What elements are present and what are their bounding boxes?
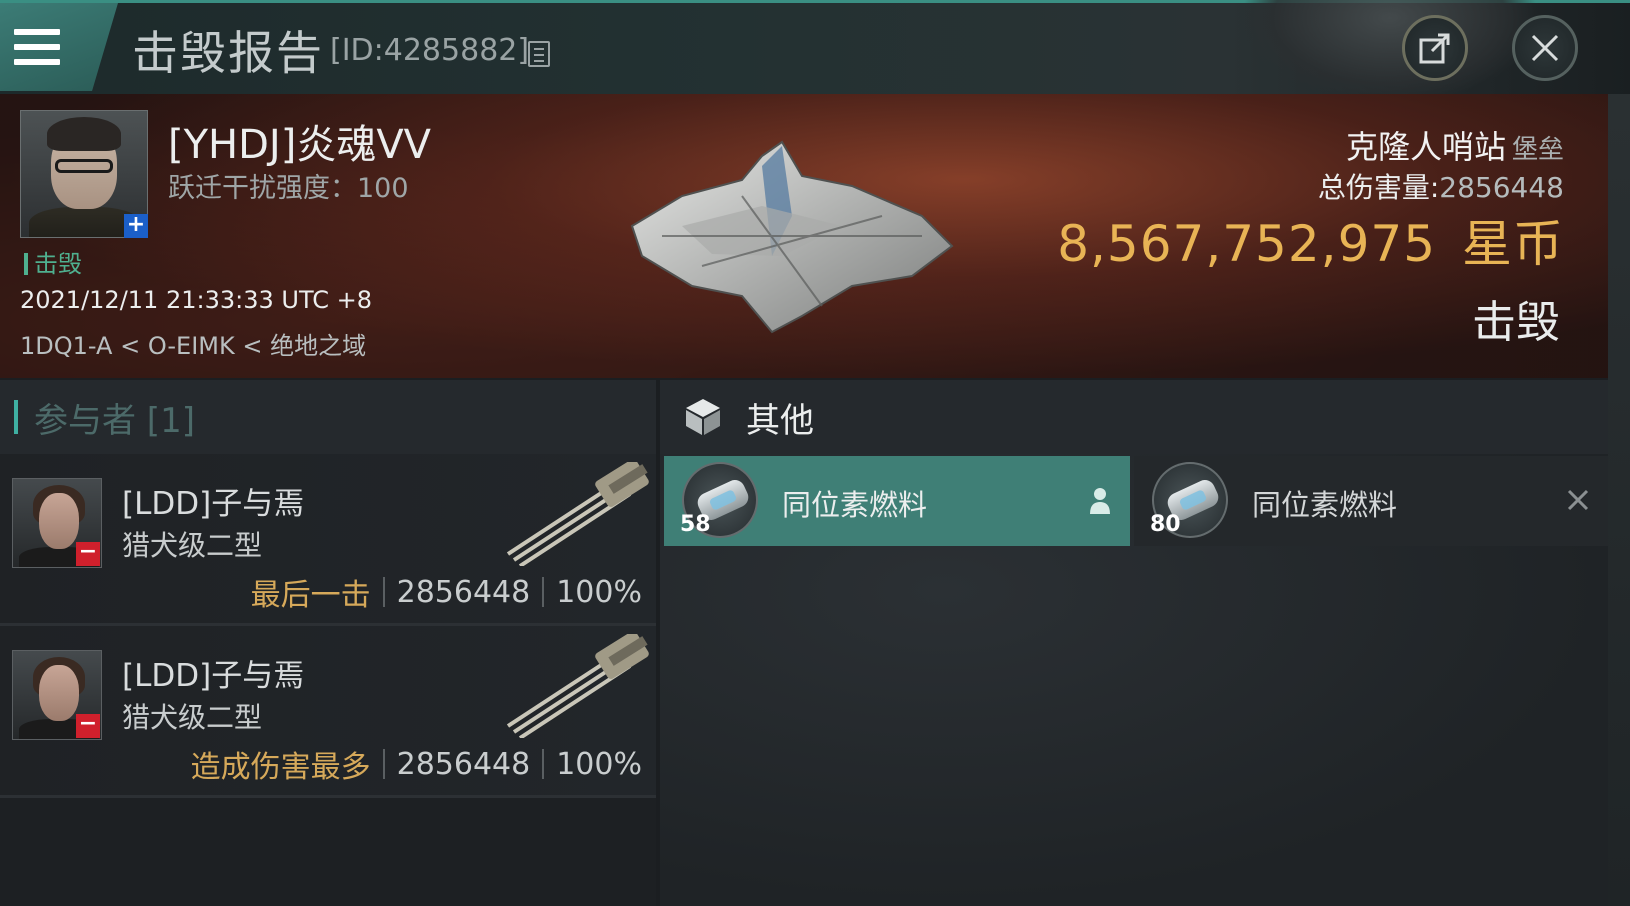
attacker-role: 造成伤害最多 xyxy=(190,750,371,785)
attacker-percent: 100% xyxy=(556,574,642,610)
victim-banner: + [YHDJ]炎魂VV 跃迁干扰强度：100 击毁 2021/12/11 21… xyxy=(0,94,1608,378)
hostile-standing-icon: − xyxy=(76,541,100,566)
kill-datetime: 2021/12/11 21:33:33 UTC +8 xyxy=(20,286,372,314)
hostile-standing-icon: − xyxy=(76,713,100,738)
cube-icon xyxy=(686,399,720,435)
item-name: 同位素燃料 xyxy=(1252,488,1398,522)
ship-name-line: 克隆人哨站 堡垒 xyxy=(1346,122,1564,168)
status-badge: 击毁 xyxy=(24,244,82,279)
dropped-item[interactable]: 58 同位素燃料 xyxy=(664,456,1130,546)
attacker-stats: 造成伤害最多 2856448 100% xyxy=(191,742,642,786)
attacker-role: 最后一击 xyxy=(250,578,371,613)
attacker-name: [LDD]子与焉 xyxy=(122,486,305,522)
ship-type: 堡垒 xyxy=(1511,135,1564,165)
copy-icon[interactable] xyxy=(528,41,550,67)
structure-image xyxy=(630,140,954,334)
person-icon xyxy=(1090,488,1110,514)
warp-jam-strength: 跃迁干扰强度：100 xyxy=(168,173,409,204)
total-damage-line: 总伤害量:2856448 xyxy=(1318,166,1564,206)
share-icon xyxy=(1419,33,1450,64)
isk-value-line: 8,567,752,975 星币 xyxy=(1057,204,1564,276)
items-header: 其他 xyxy=(660,380,1608,454)
item-quantity: 80 xyxy=(1150,512,1181,537)
hamburger-icon xyxy=(14,29,60,65)
attacker-row[interactable]: − [LDD]子与焉 猎犬级二型 造成伤害最多 2856448 100% xyxy=(0,626,656,798)
attacker-percent: 100% xyxy=(556,746,642,782)
attacker-damage: 2856448 xyxy=(396,746,531,782)
items-panel: 其他 58 同位素燃料 80 同位素燃料 xyxy=(660,380,1608,906)
participants-header: 参与者 [1] xyxy=(0,380,656,454)
report-id: [ID:4285882] xyxy=(330,33,530,68)
share-button[interactable] xyxy=(1402,15,1468,81)
close-button[interactable] xyxy=(1512,15,1578,81)
destroyed-x-icon xyxy=(1567,489,1589,511)
participants-panel: 参与者 [1] − [LDD]子与焉 猎犬级二型 最后一击 2856448 10… xyxy=(0,380,656,906)
close-icon xyxy=(1531,34,1559,62)
total-damage-value: 2856448 xyxy=(1439,171,1564,204)
weapon-icon xyxy=(506,634,649,738)
station-deco xyxy=(1240,0,1540,103)
attacker-ship: 猎犬级二型 xyxy=(122,529,263,562)
add-contact-icon[interactable]: + xyxy=(124,214,148,238)
attacker-damage: 2856448 xyxy=(396,574,531,610)
destroyed-item[interactable]: 80 同位素燃料 xyxy=(1134,456,1608,546)
attacker-name: [LDD]子与焉 xyxy=(122,658,305,694)
item-name: 同位素燃料 xyxy=(782,488,928,522)
attacker-row[interactable]: − [LDD]子与焉 猎犬级二型 最后一击 2856448 100% xyxy=(0,454,656,626)
side-drawer-edge[interactable] xyxy=(1608,94,1630,906)
kill-location[interactable]: 1DQ1-A < O-EIMK < 绝地之域 xyxy=(20,326,366,361)
result-label: 击毁 xyxy=(1472,297,1560,348)
items-header-label: 其他 xyxy=(746,400,814,441)
isk-value: 8,567,752,975 xyxy=(1057,215,1436,273)
ship-name[interactable]: 克隆人哨站 xyxy=(1346,128,1506,166)
total-damage-label: 总伤害量: xyxy=(1317,171,1440,204)
weapon-icon xyxy=(506,462,649,566)
isk-unit: 星币 xyxy=(1462,215,1564,273)
page-title: 击毁报告 xyxy=(132,26,324,80)
victim-name[interactable]: [YHDJ]炎魂VV xyxy=(168,112,431,170)
participants-header-label: 参与者 [1] xyxy=(34,400,195,441)
items-row: 58 同位素燃料 80 同位素燃料 xyxy=(660,454,1608,546)
top-bar: 击毁报告 [ID:4285882] xyxy=(0,0,1630,103)
menu-button[interactable] xyxy=(0,3,118,91)
attacker-ship: 猎犬级二型 xyxy=(122,701,263,734)
attacker-stats: 最后一击 2856448 100% xyxy=(251,570,642,614)
item-quantity: 58 xyxy=(680,512,711,537)
